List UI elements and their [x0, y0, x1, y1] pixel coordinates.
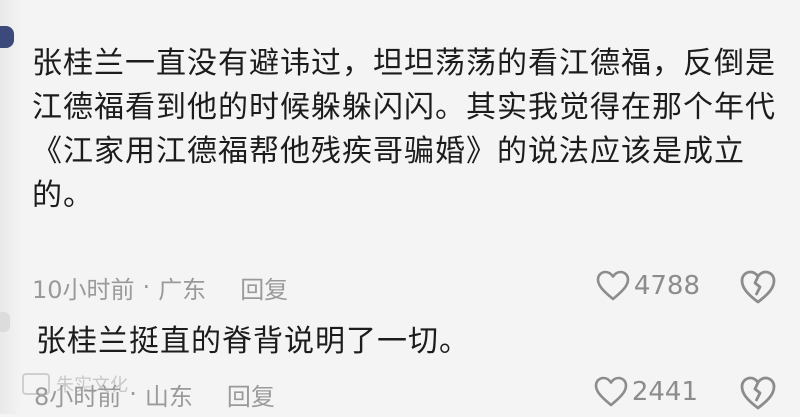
comment-time: 8小时前 — [34, 382, 122, 411]
broken-heart-icon — [740, 376, 776, 410]
meta-separator: · — [129, 380, 137, 408]
like-button[interactable]: 4788 — [596, 270, 700, 302]
like-count: 2441 — [631, 377, 698, 407]
left-edge-strip — [0, 0, 22, 414]
meta-separator: · — [142, 273, 151, 301]
comment-text: 张桂兰一直没有避讳过，坦坦荡荡的看江德福，反倒是江德福看到他的时候躲躲闪闪。其实… — [32, 46, 776, 213]
comment-time: 10小时前 — [32, 275, 135, 304]
reply-button[interactable]: 回复 — [240, 270, 288, 305]
broken-heart-icon — [740, 270, 776, 304]
like-button[interactable]: 2441 — [594, 376, 698, 408]
like-count: 4788 — [633, 271, 700, 301]
comment-meta: 10小时前 · 广东 回复 — [32, 269, 288, 305]
avatar[interactable] — [0, 26, 14, 48]
heart-outline-icon — [594, 376, 628, 407]
comment-location: 山东 — [144, 382, 193, 411]
dislike-button[interactable] — [738, 267, 778, 307]
reply-button[interactable]: 回复 — [227, 377, 275, 412]
heart-outline-icon — [596, 270, 630, 301]
dislike-button[interactable] — [738, 373, 778, 413]
comment-text: 张桂兰挺直的脊背说明了一切。 — [36, 324, 470, 359]
comment-meta: 8小时前 · 山东 回复 — [34, 376, 275, 412]
avatar[interactable] — [0, 312, 10, 332]
comment-location: 广东 — [158, 275, 207, 304]
